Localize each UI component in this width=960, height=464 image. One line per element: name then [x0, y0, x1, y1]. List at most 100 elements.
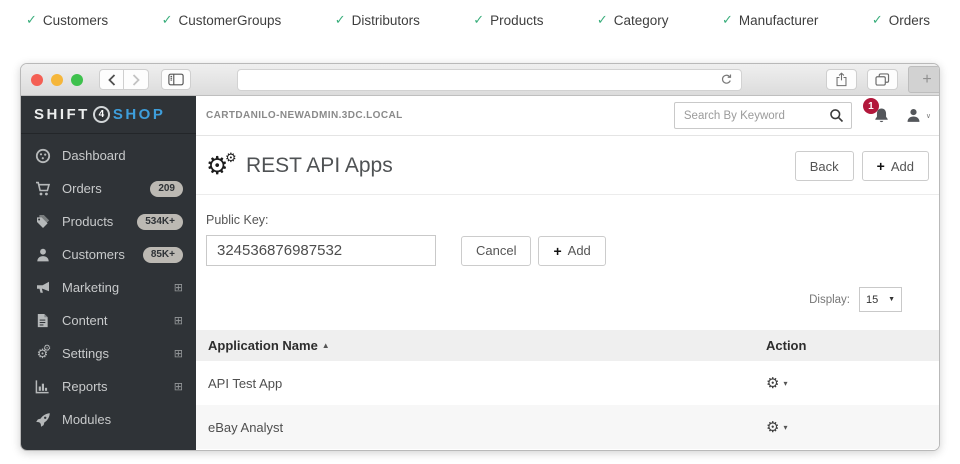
new-tab-button[interactable]: +	[908, 66, 940, 93]
sidebar-toggle-button[interactable]	[161, 69, 191, 90]
sidebar-item-label: Customers	[62, 247, 143, 262]
sync-item-customers: ✓ Customers	[26, 12, 108, 28]
browser-window: + SHIFT 4 SHOP Dashboard	[20, 63, 940, 451]
caret-down-icon: ▼	[888, 296, 895, 303]
close-window-button[interactable]	[31, 74, 43, 86]
sidebar-item-label: Products	[62, 214, 137, 229]
page-title: REST API Apps	[246, 154, 795, 178]
url-input[interactable]	[246, 74, 720, 86]
zoom-window-button[interactable]	[71, 74, 83, 86]
logo-text-shift: SHIFT	[34, 106, 90, 123]
sync-item-label: Customers	[43, 13, 108, 28]
admin-header: CARTDANILO-NEWADMIN.3DC.LOCAL 1 ∨	[196, 96, 939, 136]
back-nav-button[interactable]	[99, 69, 124, 90]
share-button[interactable]	[826, 69, 857, 90]
sync-item-label: Orders	[889, 13, 930, 28]
sidebar-menu: Dashboard Orders 209 Products 534K+	[21, 134, 196, 436]
sidebar-item-dashboard[interactable]: Dashboard	[21, 139, 196, 172]
sidebar-item-settings[interactable]: ⚙ ⚙ Settings ⊞	[21, 337, 196, 370]
sync-item-manufacturer: ✓ Manufacturer	[722, 12, 818, 28]
sidebar-item-label: Orders	[62, 181, 150, 196]
sync-item-label: CustomerGroups	[178, 13, 281, 28]
plus-icon: +	[922, 71, 931, 89]
tags-icon	[34, 214, 51, 230]
expand-icon[interactable]: ⊞	[174, 281, 183, 294]
check-icon: ✓	[722, 12, 733, 28]
shift4shop-logo[interactable]: SHIFT 4 SHOP	[21, 96, 196, 134]
sync-item-category: ✓ Category	[597, 12, 669, 28]
sidebar-item-content[interactable]: Content ⊞	[21, 304, 196, 337]
check-icon: ✓	[26, 12, 37, 28]
sidebar-item-reports[interactable]: Reports ⊞	[21, 370, 196, 403]
api-apps-table: Application Name ▲ Action API Test App ⚙…	[196, 330, 939, 449]
sync-item-products: ✓ Products	[473, 12, 543, 28]
expand-icon[interactable]: ⊞	[174, 314, 183, 327]
sidebar-item-modules[interactable]: Modules	[21, 403, 196, 436]
sync-item-label: Distributors	[352, 13, 420, 28]
forward-nav-button[interactable]	[124, 69, 149, 90]
form-add-button[interactable]: + Add	[538, 236, 605, 266]
admin-main: CARTDANILO-NEWADMIN.3DC.LOCAL 1 ∨ ⚙ ⚙	[196, 96, 939, 451]
page-title-bar: ⚙ ⚙ REST API Apps Back + Add	[196, 136, 939, 195]
sidebar-item-products[interactable]: Products 534K+	[21, 205, 196, 238]
action-cell: ⚙ ▾	[766, 374, 939, 392]
check-icon: ✓	[335, 12, 346, 28]
refresh-icon[interactable]	[720, 73, 733, 86]
column-header-action: Action	[766, 338, 939, 353]
tabs-icon	[875, 73, 890, 86]
cancel-button[interactable]: Cancel	[461, 236, 531, 266]
notifications-button[interactable]: 1	[873, 107, 890, 124]
user-menu-button[interactable]: ∨	[905, 107, 931, 124]
public-key-label: Public Key:	[206, 213, 929, 227]
customers-count-badge: 85K+	[143, 247, 183, 263]
expand-icon[interactable]: ⊞	[174, 347, 183, 360]
gear-menu-button[interactable]: ⚙	[766, 374, 779, 392]
sync-item-label: Category	[614, 13, 669, 28]
chevron-left-icon	[108, 74, 116, 86]
action-cell: ⚙ ▾	[766, 418, 939, 436]
sidebar-item-marketing[interactable]: Marketing ⊞	[21, 271, 196, 304]
user-icon	[905, 107, 922, 124]
sidebar-item-label: Modules	[62, 412, 183, 427]
sidebar-item-orders[interactable]: Orders 209	[21, 172, 196, 205]
sidebar-item-customers[interactable]: Customers 85K+	[21, 238, 196, 271]
notification-badge: 1	[863, 98, 879, 114]
back-button[interactable]: Back	[795, 151, 854, 181]
table-row: eBay Analyst ⚙ ▾	[196, 405, 939, 449]
orders-count-badge: 209	[150, 181, 183, 197]
search-icon[interactable]	[829, 108, 844, 123]
sort-asc-icon: ▲	[322, 341, 330, 350]
sidebar-item-label: Settings	[62, 346, 174, 361]
sync-status-bar: ✓ Customers ✓ CustomerGroups ✓ Distribut…	[0, 0, 960, 40]
expand-icon[interactable]: ⊞	[174, 380, 183, 393]
caret-down-icon[interactable]: ▾	[783, 379, 787, 388]
add-button[interactable]: + Add	[862, 151, 929, 181]
sync-item-label: Manufacturer	[739, 13, 819, 28]
logo-text-shop: SHOP	[113, 106, 166, 123]
dashboard-icon	[34, 148, 51, 164]
sync-item-distributors: ✓ Distributors	[335, 12, 420, 28]
column-header-application-name[interactable]: Application Name ▲	[208, 338, 766, 353]
search-input[interactable]	[684, 110, 829, 122]
table-row: API Test App ⚙ ▾	[196, 361, 939, 405]
plus-icon: +	[553, 243, 561, 259]
products-count-badge: 534K+	[137, 214, 183, 230]
store-domain: CARTDANILO-NEWADMIN.3DC.LOCAL	[206, 110, 403, 121]
display-count-select[interactable]: 15 ▼	[859, 287, 902, 312]
gear-menu-button[interactable]: ⚙	[766, 418, 779, 436]
rocket-icon	[34, 412, 51, 428]
tabs-overview-button[interactable]	[867, 69, 898, 90]
minimize-window-button[interactable]	[51, 74, 63, 86]
cogs-icon: ⚙ ⚙	[206, 153, 238, 180]
bar-chart-icon	[34, 379, 51, 394]
megaphone-icon	[34, 280, 51, 296]
keyword-search-box[interactable]	[674, 102, 852, 129]
public-key-input[interactable]	[206, 235, 436, 266]
address-bar[interactable]	[237, 69, 742, 91]
app-name-cell: API Test App	[208, 376, 766, 391]
caret-down-icon[interactable]: ▾	[783, 423, 787, 432]
sidebar-item-label: Content	[62, 313, 174, 328]
check-icon: ✓	[162, 12, 173, 28]
chevron-down-icon: ∨	[926, 112, 931, 120]
sync-item-label: Products	[490, 13, 543, 28]
